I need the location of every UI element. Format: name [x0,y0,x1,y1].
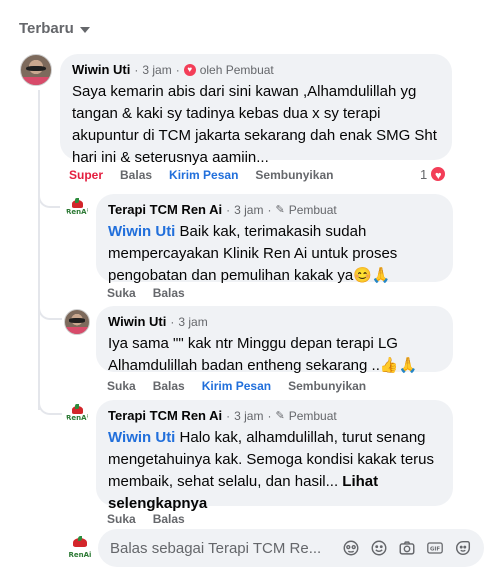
avatar[interactable]: RenAi [66,403,88,425]
pen-icon: ✎ [275,410,285,422]
comment-actions: Suka Balas [107,512,185,526]
mention-link[interactable]: Wiwin Uti [108,429,175,446]
pen-icon: ✎ [275,204,285,216]
comment-text: Iya sama "" kak ntr Minggu depan terapi … [108,335,418,374]
thread-connector [38,190,60,208]
sort-dropdown[interactable]: Terbaru [19,20,90,37]
avatar-sticker-icon[interactable] [342,539,360,557]
avatar[interactable] [64,309,90,335]
chevron-down-icon [79,27,90,33]
clinic-logo-text: RenAi [68,550,92,559]
emoji-icon[interactable] [370,539,388,557]
comment-author[interactable]: Wiwin Uti [72,62,130,77]
avatar[interactable]: RenAi [66,534,94,562]
send-message-button[interactable]: Kirim Pesan [202,379,271,393]
comment-bubble: Wiwin Uti · 3 jam · ♥ oleh Pembuat Saya … [60,54,452,166]
sort-label: Terbaru [19,20,74,37]
comment-author[interactable]: Wiwin Uti [108,314,166,329]
heart-icon: ♥ [429,165,448,183]
thread-connector [38,298,62,320]
avatar[interactable]: RenAi [66,197,88,219]
comment-text: Saya kemarin abis dari sini kawan ,Alham… [72,83,437,166]
hide-button[interactable]: Sembunyikan [288,379,366,393]
reply-button[interactable]: Balas [153,512,185,526]
comment-actions: Super Balas Kirim Pesan Sembunyikan [69,168,333,182]
like-button[interactable]: Suka [107,512,136,526]
reaction-summary[interactable]: 1 ♥ [420,165,448,183]
comment-author[interactable]: Terapi TCM Ren Ai [108,408,222,423]
comment-time[interactable]: 3 jam [178,315,207,329]
camera-icon[interactable] [398,539,416,557]
like-button[interactable]: Suka [107,379,136,393]
heart-icon: ♥ [183,63,196,76]
thread-connector [38,395,62,415]
comment-time[interactable]: 3 jam [234,409,263,423]
hide-button[interactable]: Sembunyikan [255,168,333,182]
reply-button[interactable]: Balas [120,168,152,182]
reply-toolbar: GIF [342,539,472,557]
reply-input[interactable]: Balas sebagai Terapi TCM Re... GIF [98,529,484,567]
send-message-button[interactable]: Kirim Pesan [169,168,238,182]
mention-link[interactable]: Wiwin Uti [108,223,175,240]
like-button[interactable]: Suka [107,286,136,300]
comment-bubble: Wiwin Uti · 3 jam Iya sama "" kak ntr Mi… [96,306,453,374]
comment-actions: Suka Balas [107,286,185,300]
reply-button[interactable]: Balas [153,286,185,300]
reaction-count: 1 [420,166,428,182]
comment-time[interactable]: 3 jam [234,203,263,217]
clinic-logo-text: RenAi [66,208,88,217]
author-badge: Pembuat [288,408,337,423]
gif-icon[interactable]: GIF [426,539,444,557]
svg-text:GIF: GIF [430,546,440,552]
reply-placeholder: Balas sebagai Terapi TCM Re... [110,539,322,557]
reply-button[interactable]: Balas [153,379,185,393]
comment-actions: Suka Balas Kirim Pesan Sembunyikan [107,379,366,393]
thread-line [38,90,40,200]
comment-bubble: Terapi TCM Ren Ai · 3 jam · ✎ Pembuat Wi… [96,194,453,284]
react-button[interactable]: Super [69,168,103,182]
sticker-icon[interactable] [454,539,472,557]
comment-bubble: Terapi TCM Ren Ai · 3 jam · ✎ Pembuat Wi… [96,400,453,512]
author-badge: oleh Pembuat [199,62,274,77]
comment-time[interactable]: 3 jam [142,63,171,77]
avatar[interactable] [20,54,52,86]
author-badge: Pembuat [288,202,337,217]
comment-author[interactable]: Terapi TCM Ren Ai [108,202,222,217]
clinic-logo-text: RenAi [66,414,88,423]
